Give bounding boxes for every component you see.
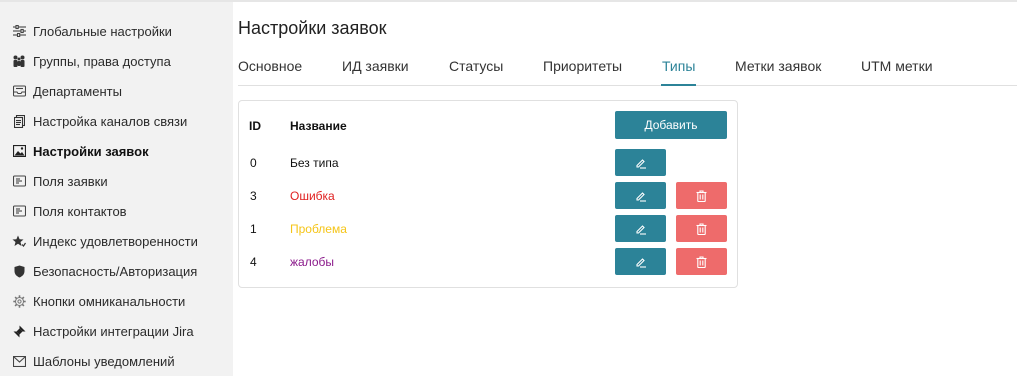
sidebar-item-departments[interactable]: Департаменты bbox=[12, 80, 227, 102]
tab-utm-labels[interactable]: UTM метки bbox=[861, 56, 933, 85]
tab-request-labels[interactable]: Метки заявок bbox=[735, 56, 821, 85]
sidebar-item-label: Поля контактов bbox=[33, 203, 127, 219]
row-id: 4 bbox=[250, 255, 257, 269]
sidebar-item-jira-integration[interactable]: Настройки интеграции Jira bbox=[12, 320, 227, 342]
row-id: 3 bbox=[250, 189, 257, 203]
shield-icon bbox=[12, 264, 26, 278]
sidebar-item-label: Настройки интеграции Jira bbox=[33, 323, 194, 339]
document-icon bbox=[12, 114, 26, 128]
tab-priorities[interactable]: Приоритеты bbox=[543, 56, 622, 85]
users-icon bbox=[12, 54, 26, 68]
sidebar-item-contact-fields[interactable]: Поля контактов bbox=[12, 200, 227, 222]
column-header-name: Название bbox=[290, 119, 347, 133]
trash-icon bbox=[696, 255, 707, 268]
star-icon bbox=[12, 234, 26, 248]
edit-button[interactable] bbox=[615, 215, 666, 242]
pencil-icon bbox=[635, 223, 647, 235]
sidebar-item-satisfaction-index[interactable]: Индекс удовлетворенности bbox=[12, 230, 227, 252]
edit-button[interactable] bbox=[615, 248, 666, 275]
sidebar-item-request-settings[interactable]: Настройки заявок bbox=[12, 140, 227, 162]
gear-icon bbox=[12, 294, 26, 308]
jira-icon bbox=[12, 324, 26, 338]
pencil-icon bbox=[635, 190, 647, 202]
sidebar-item-notification-templates[interactable]: Шаблоны уведомлений bbox=[12, 350, 227, 372]
settings-sidebar: Глобальные настройки Группы, права досту… bbox=[0, 2, 233, 376]
trash-icon bbox=[696, 189, 707, 202]
row-name: жалобы bbox=[290, 255, 335, 269]
sidebar-item-label: Группы, права доступа bbox=[33, 53, 171, 69]
active-tab-indicator bbox=[661, 84, 696, 86]
delete-button[interactable] bbox=[676, 215, 727, 242]
image-icon bbox=[12, 144, 26, 158]
add-type-button[interactable]: Добавить bbox=[615, 111, 727, 139]
sidebar-item-groups-access[interactable]: Группы, права доступа bbox=[12, 50, 227, 72]
form-icon bbox=[12, 174, 26, 188]
delete-button[interactable] bbox=[676, 182, 727, 209]
envelope-icon bbox=[12, 354, 26, 368]
pencil-icon bbox=[635, 256, 647, 268]
row-id: 0 bbox=[250, 156, 257, 170]
sidebar-item-global-settings[interactable]: Глобальные настройки bbox=[12, 20, 227, 42]
sidebar-item-request-fields[interactable]: Поля заявки bbox=[12, 170, 227, 192]
tab-general[interactable]: Основное bbox=[238, 56, 302, 85]
sidebar-item-label: Безопасность/Авторизация bbox=[33, 263, 198, 279]
page-title: Настройки заявок bbox=[238, 18, 387, 38]
edit-button[interactable] bbox=[615, 182, 666, 209]
sidebar-item-channels[interactable]: Настройка каналов связи bbox=[12, 110, 227, 132]
settings-tabs: Основное ИД заявки Статусы Приоритеты Ти… bbox=[238, 56, 1017, 86]
sidebar-item-label: Настройки заявок bbox=[33, 143, 149, 159]
sidebar-item-label: Шаблоны уведомлений bbox=[33, 353, 175, 369]
row-name: Без типа bbox=[290, 156, 339, 170]
row-name: Проблема bbox=[290, 222, 347, 236]
sidebar-item-label: Глобальные настройки bbox=[33, 23, 172, 39]
sidebar-item-label: Поля заявки bbox=[33, 173, 108, 189]
tab-statuses[interactable]: Статусы bbox=[449, 56, 503, 85]
form-icon bbox=[12, 204, 26, 218]
tab-request-id[interactable]: ИД заявки bbox=[342, 56, 409, 85]
inbox-icon bbox=[12, 84, 26, 98]
sidebar-item-label: Индекс удовлетворенности bbox=[33, 233, 198, 249]
sidebar-item-security[interactable]: Безопасность/Авторизация bbox=[12, 260, 227, 282]
delete-button[interactable] bbox=[676, 248, 727, 275]
column-header-id: ID bbox=[249, 119, 261, 133]
sidebar-item-label: Настройка каналов связи bbox=[33, 113, 188, 129]
tab-types[interactable]: Типы bbox=[662, 56, 695, 85]
sidebar-item-label: Кнопки омниканальности bbox=[33, 293, 186, 309]
sidebar-item-omnichannel-buttons[interactable]: Кнопки омниканальности bbox=[12, 290, 227, 312]
edit-button[interactable] bbox=[615, 149, 666, 176]
sliders-icon bbox=[12, 24, 26, 38]
types-table: ID Название Добавить 0 Без типа 3 Ошибка… bbox=[238, 100, 738, 288]
row-id: 1 bbox=[250, 222, 257, 236]
tabs-divider bbox=[238, 85, 1017, 86]
row-name: Ошибка bbox=[290, 189, 335, 203]
trash-icon bbox=[696, 222, 707, 235]
pencil-icon bbox=[635, 157, 647, 169]
sidebar-item-label: Департаменты bbox=[33, 83, 122, 99]
